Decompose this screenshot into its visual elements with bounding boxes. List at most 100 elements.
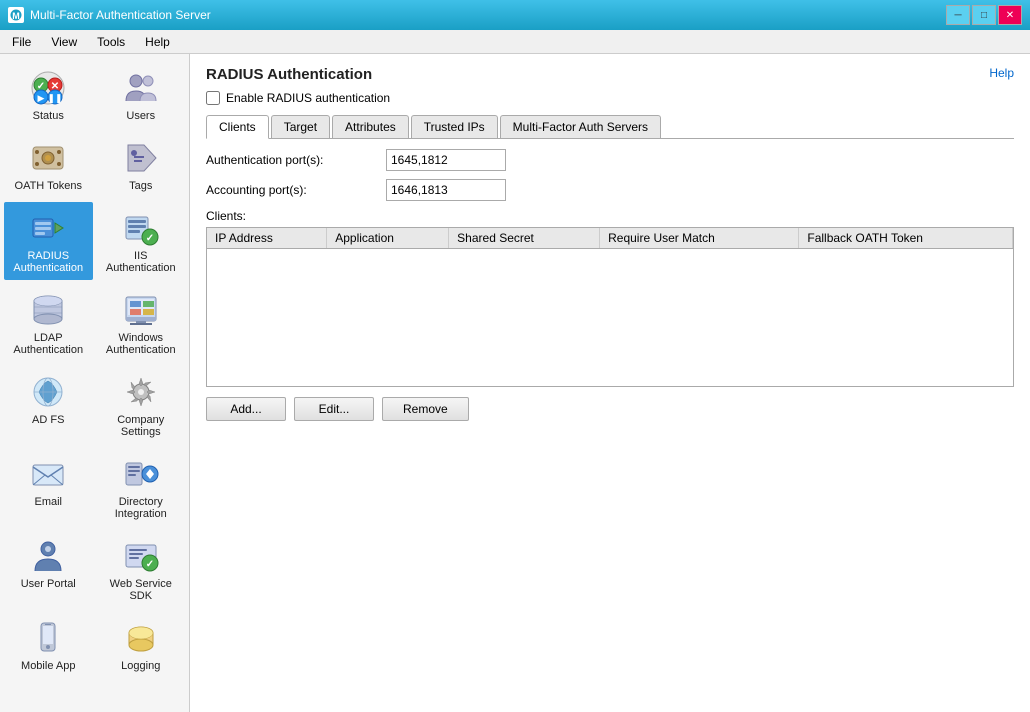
sidebar-item-tags-label: Tags bbox=[129, 180, 152, 192]
clients-label: Clients: bbox=[206, 209, 1014, 223]
sidebar-item-directory-integration[interactable]: DirectoryIntegration bbox=[97, 448, 186, 526]
windows-auth-icon bbox=[121, 290, 161, 330]
sidebar-grid: ✓ ✕ ▶ ❚❚ Status bbox=[4, 62, 185, 678]
auth-port-input[interactable] bbox=[386, 149, 506, 171]
close-button[interactable]: ✕ bbox=[998, 5, 1022, 25]
titlebar: M Multi-Factor Authentication Server ─ □… bbox=[0, 0, 1030, 30]
clients-table: IP Address Application Shared Secret Req… bbox=[207, 228, 1013, 249]
minimize-button[interactable]: ─ bbox=[946, 5, 970, 25]
clients-table-wrap: IP Address Application Shared Secret Req… bbox=[206, 227, 1014, 387]
sidebar-item-user-portal-label: User Portal bbox=[21, 578, 76, 590]
main-layout: ✓ ✕ ▶ ❚❚ Status bbox=[0, 54, 1030, 712]
sidebar-item-email-label: Email bbox=[34, 496, 62, 508]
sidebar-item-oath-tokens[interactable]: OATH Tokens bbox=[4, 132, 93, 198]
auth-port-row: Authentication port(s): bbox=[206, 149, 1014, 171]
company-settings-icon bbox=[121, 372, 161, 412]
ldap-auth-icon bbox=[28, 290, 68, 330]
add-button[interactable]: Add... bbox=[206, 397, 286, 421]
restore-button[interactable]: □ bbox=[972, 5, 996, 25]
sidebar-item-tags[interactable]: Tags bbox=[97, 132, 186, 198]
users-icon bbox=[121, 68, 161, 108]
window-title: Multi-Factor Authentication Server bbox=[30, 8, 211, 22]
tab-bar: Clients Target Attributes Trusted IPs Mu… bbox=[206, 115, 1014, 139]
sidebar-item-iis-auth[interactable]: ✓ IISAuthentication bbox=[97, 202, 186, 280]
svg-text:✓: ✓ bbox=[146, 559, 154, 570]
sidebar-item-ldap-auth-label: LDAPAuthentication bbox=[13, 332, 83, 356]
user-portal-icon bbox=[28, 536, 68, 576]
sidebar-item-logging[interactable]: Logging bbox=[97, 612, 186, 678]
sidebar-item-ldap-auth[interactable]: LDAPAuthentication bbox=[4, 284, 93, 362]
acct-port-input[interactable] bbox=[386, 179, 506, 201]
sidebar-item-status-label: Status bbox=[33, 110, 64, 122]
svg-text:❚❚: ❚❚ bbox=[48, 93, 63, 104]
web-service-sdk-icon: ✓ bbox=[121, 536, 161, 576]
acct-port-row: Accounting port(s): bbox=[206, 179, 1014, 201]
sidebar-item-mobile-app[interactable]: Mobile App bbox=[4, 612, 93, 678]
tab-trusted-ips[interactable]: Trusted IPs bbox=[411, 115, 498, 138]
auth-port-label: Authentication port(s): bbox=[206, 153, 386, 167]
status-icon: ✓ ✕ ▶ ❚❚ bbox=[28, 68, 68, 108]
sidebar-item-windows-auth[interactable]: WindowsAuthentication bbox=[97, 284, 186, 362]
sidebar-item-windows-auth-label: WindowsAuthentication bbox=[106, 332, 176, 356]
menu-view[interactable]: View bbox=[43, 33, 85, 51]
svg-text:✓: ✓ bbox=[146, 233, 154, 244]
sidebar-item-company-settings[interactable]: CompanySettings bbox=[97, 366, 186, 444]
sidebar: ✓ ✕ ▶ ❚❚ Status bbox=[0, 54, 190, 712]
sidebar-item-web-service-sdk[interactable]: ✓ Web ServiceSDK bbox=[97, 530, 186, 608]
email-icon bbox=[28, 454, 68, 494]
tab-attributes[interactable]: Attributes bbox=[332, 115, 409, 138]
sidebar-item-email[interactable]: Email bbox=[4, 448, 93, 526]
col-application: Application bbox=[327, 228, 449, 249]
content-header: RADIUS Authentication Help bbox=[206, 66, 1014, 83]
tab-clients[interactable]: Clients bbox=[206, 115, 269, 139]
col-ip-address: IP Address bbox=[207, 228, 327, 249]
sidebar-item-iis-auth-label: IISAuthentication bbox=[106, 250, 176, 274]
col-fallback-oath-token: Fallback OATH Token bbox=[799, 228, 1013, 249]
enable-radius-checkbox[interactable] bbox=[206, 91, 220, 105]
sidebar-item-radius-auth[interactable]: RADIUSAuthentication bbox=[4, 202, 93, 280]
col-require-user-match: Require User Match bbox=[600, 228, 799, 249]
sidebar-item-adfs[interactable]: AD FS bbox=[4, 366, 93, 444]
sidebar-item-company-settings-label: CompanySettings bbox=[117, 414, 164, 438]
adfs-icon bbox=[28, 372, 68, 412]
window-controls: ─ □ ✕ bbox=[946, 5, 1022, 25]
edit-button[interactable]: Edit... bbox=[294, 397, 374, 421]
tab-target[interactable]: Target bbox=[271, 115, 330, 138]
content-area: RADIUS Authentication Help Enable RADIUS… bbox=[190, 54, 1030, 712]
remove-button[interactable]: Remove bbox=[382, 397, 469, 421]
sidebar-item-directory-integration-label: DirectoryIntegration bbox=[115, 496, 167, 520]
enable-radius-row: Enable RADIUS authentication bbox=[206, 91, 1014, 105]
radius-auth-icon bbox=[28, 208, 68, 248]
sidebar-item-user-portal[interactable]: User Portal bbox=[4, 530, 93, 608]
menu-help[interactable]: Help bbox=[137, 33, 178, 51]
button-row: Add... Edit... Remove bbox=[206, 397, 1014, 421]
clients-table-header: IP Address Application Shared Secret Req… bbox=[207, 228, 1013, 249]
tab-content-clients: Authentication port(s): Accounting port(… bbox=[206, 149, 1014, 421]
titlebar-left: M Multi-Factor Authentication Server bbox=[8, 7, 211, 23]
app-icon: M bbox=[8, 7, 24, 23]
acct-port-label: Accounting port(s): bbox=[206, 183, 386, 197]
menu-file[interactable]: File bbox=[4, 33, 39, 51]
directory-integration-icon bbox=[121, 454, 161, 494]
sidebar-item-mobile-app-label: Mobile App bbox=[21, 660, 75, 672]
sidebar-item-oath-tokens-label: OATH Tokens bbox=[15, 180, 82, 192]
page-title: RADIUS Authentication bbox=[206, 66, 372, 83]
sidebar-item-web-service-sdk-label: Web ServiceSDK bbox=[110, 578, 172, 602]
col-shared-secret: Shared Secret bbox=[449, 228, 600, 249]
menubar: File View Tools Help bbox=[0, 30, 1030, 54]
help-link[interactable]: Help bbox=[989, 66, 1014, 80]
tab-mfa-servers[interactable]: Multi-Factor Auth Servers bbox=[500, 115, 661, 138]
sidebar-item-status[interactable]: ✓ ✕ ▶ ❚❚ Status bbox=[4, 62, 93, 128]
sidebar-item-users[interactable]: Users bbox=[97, 62, 186, 128]
menu-tools[interactable]: Tools bbox=[89, 33, 133, 51]
sidebar-item-adfs-label: AD FS bbox=[32, 414, 64, 426]
tags-icon bbox=[121, 138, 161, 178]
sidebar-item-users-label: Users bbox=[126, 110, 155, 122]
svg-text:M: M bbox=[12, 11, 20, 21]
logging-icon bbox=[121, 618, 161, 658]
oath-tokens-icon bbox=[28, 138, 68, 178]
enable-radius-label: Enable RADIUS authentication bbox=[226, 91, 390, 105]
mobile-app-icon bbox=[28, 618, 68, 658]
svg-text:▶: ▶ bbox=[38, 93, 45, 103]
sidebar-item-radius-auth-label: RADIUSAuthentication bbox=[13, 250, 83, 274]
